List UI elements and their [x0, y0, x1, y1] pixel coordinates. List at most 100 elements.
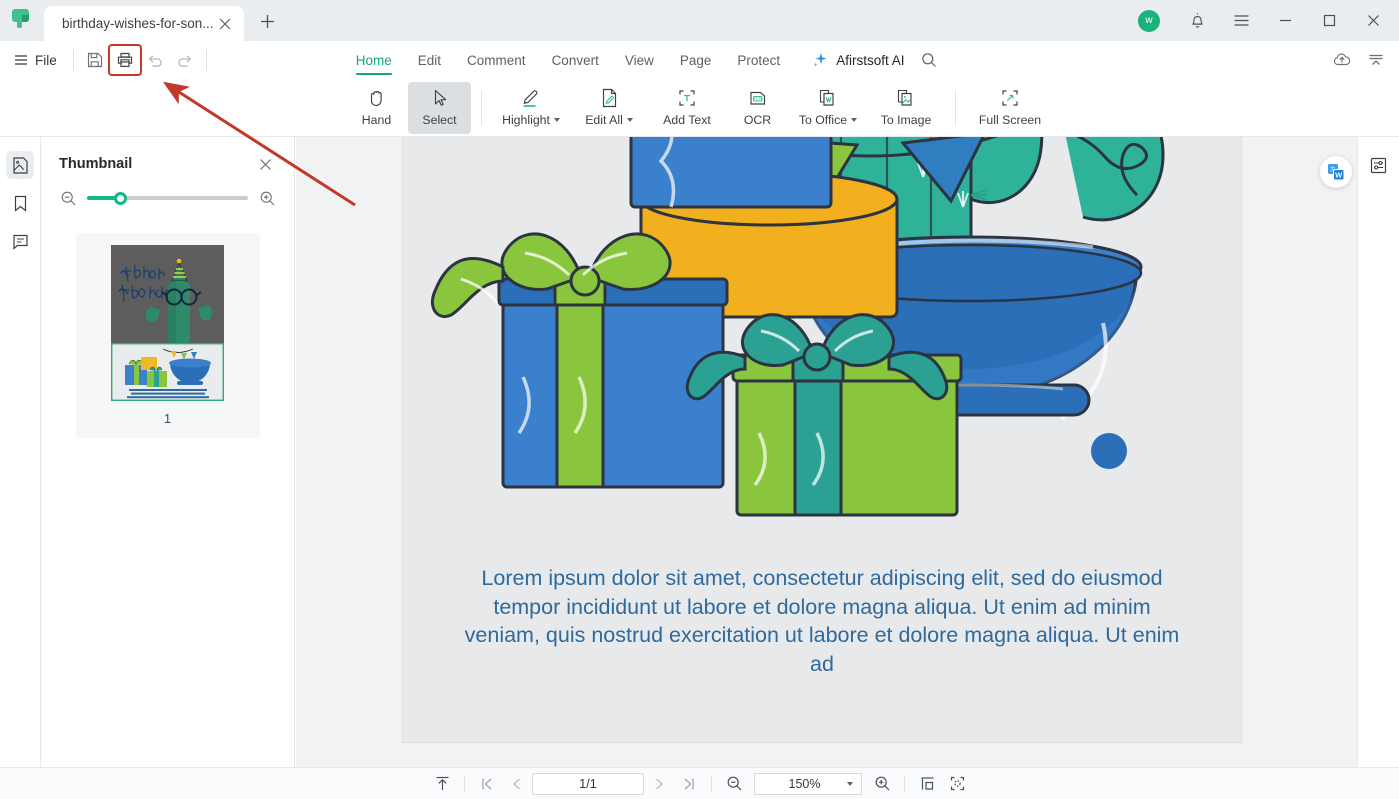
- close-icon[interactable]: [254, 153, 276, 175]
- full-screen-button[interactable]: Full Screen: [966, 82, 1054, 134]
- prev-page-icon: [513, 778, 520, 789]
- svg-text:OCR: OCR: [753, 97, 761, 101]
- edit-document-icon: [597, 85, 621, 111]
- undo-button[interactable]: [140, 46, 170, 74]
- save-button[interactable]: [80, 46, 110, 74]
- sidebar-item-thumbnail[interactable]: [6, 151, 34, 179]
- divider: [205, 50, 207, 70]
- zoom-in-icon: [875, 776, 889, 791]
- thumbnail-zoom-slider[interactable]: [87, 190, 248, 206]
- thumbnail-page-card[interactable]: 1: [75, 233, 260, 438]
- avatar[interactable]: w: [1131, 2, 1175, 40]
- first-page-icon: [482, 778, 492, 789]
- thumbnail-panel: Thumbnail 1: [41, 137, 295, 799]
- tab-label: Home: [355, 52, 392, 68]
- tab-label: Protect: [737, 52, 781, 68]
- tab-convert[interactable]: Convert: [539, 41, 612, 79]
- new-tab-button[interactable]: [250, 4, 286, 39]
- tab-page[interactable]: Page: [667, 41, 725, 79]
- chevron-down-icon[interactable]: [847, 781, 853, 786]
- tab-label: View: [624, 52, 654, 68]
- maximize-icon[interactable]: [1307, 2, 1351, 40]
- tab-edit[interactable]: Edit: [405, 41, 454, 79]
- collapse-ribbon-icon[interactable]: [1361, 46, 1391, 74]
- zoom-in-button[interactable]: [867, 771, 897, 797]
- close-icon[interactable]: [214, 13, 236, 35]
- next-page-icon: [656, 778, 663, 789]
- translate-to-word-icon: 文 W: [1328, 164, 1345, 181]
- ocr-button[interactable]: OCR OCR: [726, 82, 789, 134]
- properties-panel-button[interactable]: [1365, 151, 1393, 179]
- page-indicator-input[interactable]: 1/1: [532, 772, 644, 795]
- thumbnail-preview-image: [111, 245, 224, 401]
- divider: [72, 50, 74, 70]
- last-page-icon: [684, 778, 694, 789]
- tab-label: Comment: [467, 52, 526, 68]
- cursor-arrow-icon: [429, 85, 451, 111]
- thumbnail-page-icon: [12, 156, 28, 174]
- translate-to-word-button[interactable]: 文 W: [1320, 156, 1352, 188]
- svg-text:W: W: [1335, 171, 1343, 180]
- add-text-label: Add Text: [663, 112, 711, 127]
- sidebar-item-bookmark[interactable]: [6, 189, 34, 217]
- document-tab[interactable]: birthday-wishes-for-son...: [44, 6, 244, 41]
- bell-icon[interactable]: [1175, 2, 1219, 40]
- tab-home[interactable]: Home: [343, 41, 405, 79]
- to-office-text: To Office: [798, 112, 848, 127]
- divider: [464, 775, 465, 792]
- next-page-button[interactable]: [644, 771, 674, 797]
- tab-label: Page: [679, 52, 712, 68]
- fit-page-button[interactable]: [942, 771, 972, 797]
- zoom-out-button[interactable]: [719, 771, 749, 797]
- status-bar: 1/1 150%: [0, 767, 1399, 799]
- chevron-down-icon[interactable]: [626, 117, 633, 122]
- afirstsoft-ai-button[interactable]: Afirstsoft AI: [793, 51, 914, 69]
- select-tool-label: Select: [422, 112, 457, 127]
- minimize-icon[interactable]: [1263, 2, 1307, 40]
- sidebar-item-comment[interactable]: [6, 227, 34, 255]
- divider: [904, 775, 905, 792]
- tab-comment[interactable]: Comment: [454, 41, 539, 79]
- cloud-upload-icon[interactable]: [1327, 46, 1357, 74]
- search-icon[interactable]: [914, 45, 944, 75]
- chevron-down-icon[interactable]: [553, 117, 560, 122]
- fit-width-button[interactable]: [912, 771, 942, 797]
- file-menu-label: File: [35, 52, 57, 68]
- last-page-button[interactable]: [674, 771, 704, 797]
- print-button[interactable]: [107, 44, 142, 76]
- document-viewer[interactable]: Lorem ipsum dolor sit amet, consectetur …: [296, 137, 1357, 767]
- edit-all-button[interactable]: Edit All: [570, 82, 648, 134]
- hand-tool-button[interactable]: Hand: [345, 82, 408, 134]
- hamburger-icon[interactable]: [1219, 2, 1263, 40]
- zoom-out-icon[interactable]: [59, 189, 77, 207]
- zoom-level-select[interactable]: 150%: [754, 772, 862, 795]
- select-tool-button[interactable]: Select: [408, 81, 471, 134]
- afirstsoft-logo-icon: [0, 0, 44, 41]
- tab-protect[interactable]: Protect: [724, 41, 793, 79]
- tab-label: Edit: [417, 52, 442, 68]
- first-page-button[interactable]: [472, 771, 502, 797]
- chevron-down-icon[interactable]: [851, 117, 858, 122]
- avatar-initial: w: [1138, 9, 1160, 32]
- file-menu-button[interactable]: File: [0, 41, 67, 79]
- tab-view[interactable]: View: [612, 41, 667, 79]
- edit-all-label: Edit All: [585, 113, 633, 127]
- scroll-to-top-button[interactable]: [427, 771, 457, 797]
- highlight-label: Highlight: [502, 113, 560, 127]
- highlight-button[interactable]: Highlight: [492, 82, 570, 134]
- close-icon[interactable]: [1351, 2, 1395, 40]
- hamburger-icon: [14, 53, 28, 67]
- slider-handle[interactable]: [114, 191, 128, 205]
- to-image-button[interactable]: To Image: [867, 82, 945, 134]
- zoom-in-icon[interactable]: [258, 189, 276, 207]
- edit-all-text: Edit All: [585, 112, 623, 127]
- afirstsoft-ai-label: Afirstsoft AI: [836, 52, 905, 68]
- ribbon-toolbar: Hand Select Highlight Edit All Add Text …: [0, 79, 1399, 137]
- birthday-illustration: [403, 137, 1241, 567]
- to-office-button[interactable]: To Office: [789, 82, 867, 134]
- redo-button[interactable]: [170, 46, 200, 74]
- prev-page-button[interactable]: [502, 771, 532, 797]
- add-text-button[interactable]: Add Text: [648, 82, 726, 134]
- zoom-level-value: 150%: [788, 776, 821, 791]
- tab-label: Convert: [551, 52, 599, 68]
